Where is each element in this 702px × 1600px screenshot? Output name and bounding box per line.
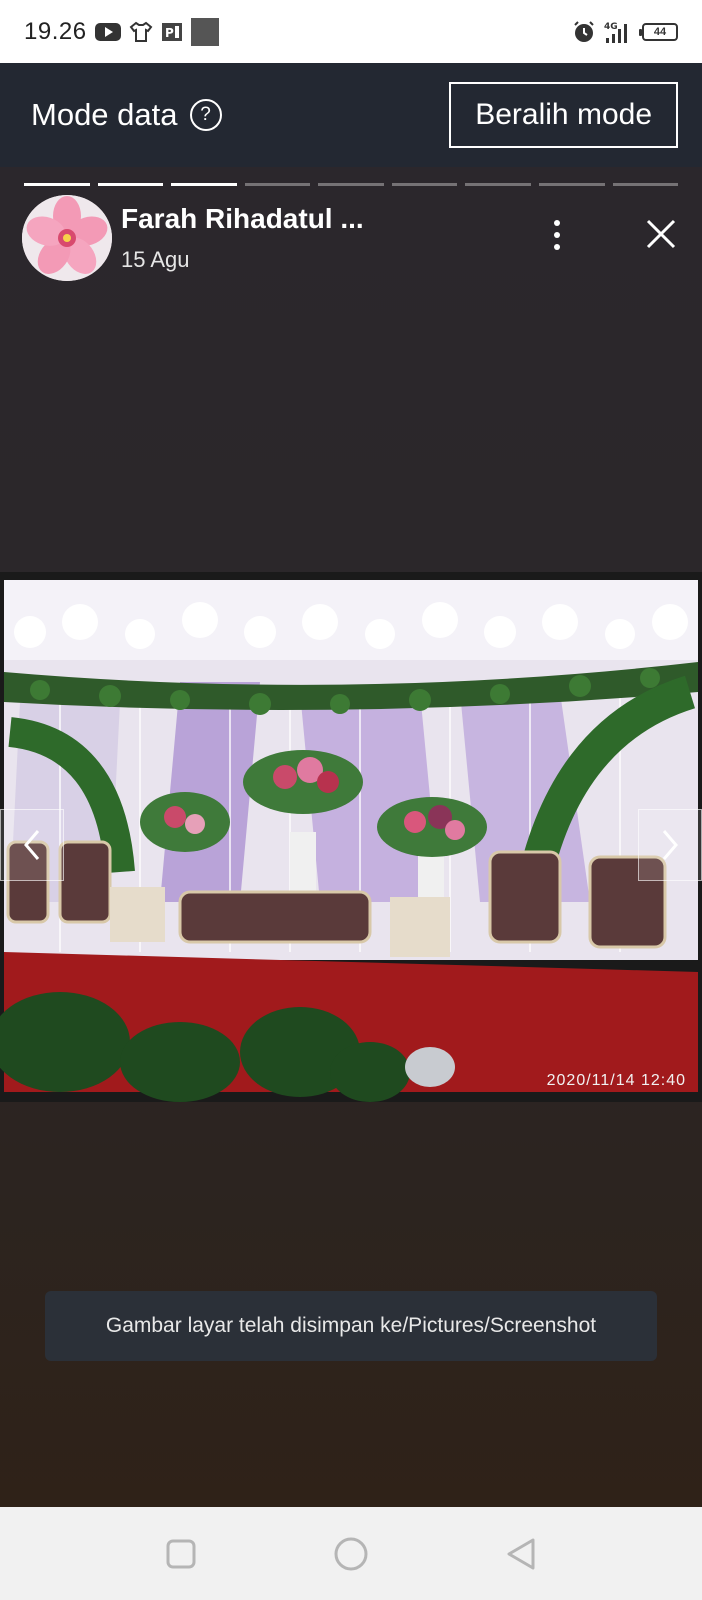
- chevron-left-icon: [24, 830, 40, 860]
- help-icon[interactable]: ?: [189, 99, 222, 131]
- chevron-right-icon: [662, 830, 678, 860]
- progress-segment: [538, 183, 605, 186]
- pdf-icon: P: [161, 21, 183, 43]
- switch-mode-button[interactable]: Beralih mode: [449, 82, 678, 148]
- progress-segment: [612, 183, 679, 186]
- progress-segment: [97, 183, 164, 186]
- battery-icon: 44: [639, 22, 678, 41]
- status-bar: 19.26 P 4G 44: [0, 0, 702, 63]
- progress-segment: [244, 183, 311, 186]
- back-icon: [507, 1538, 535, 1569]
- decoration-photo: [0, 572, 702, 1102]
- status-right: 4G 44: [572, 20, 678, 44]
- network-label: 4G: [604, 22, 618, 32]
- mode-header: Mode data ? Beralih mode: [0, 63, 702, 167]
- status-time: 19.26: [24, 17, 87, 45]
- system-navbar: [0, 1507, 702, 1600]
- progress-segment: [318, 183, 384, 186]
- screenshot-toast: Gambar layar telah disimpan ke/Pictures/…: [45, 1291, 657, 1361]
- story-viewer: Farah Rihadatul ... 15 Agu 2020/11/14 12…: [0, 167, 702, 1507]
- previous-button[interactable]: [0, 809, 64, 881]
- shirt-icon: [129, 21, 153, 43]
- home-button[interactable]: [333, 1536, 369, 1572]
- home-icon: [334, 1537, 368, 1570]
- progress-segment: [391, 183, 458, 186]
- close-icon[interactable]: [644, 217, 678, 251]
- flower-avatar-image: [22, 195, 112, 281]
- notification-square-icon: [190, 17, 219, 46]
- author-name[interactable]: Farah Rihadatul ...: [121, 203, 364, 235]
- signal-4g-icon: 4G: [604, 20, 634, 44]
- author-row[interactable]: Farah Rihadatul ... 15 Agu: [22, 195, 682, 281]
- story-photo: 2020/11/14 12:40: [0, 572, 702, 1102]
- next-button[interactable]: [638, 809, 702, 881]
- svg-text:P: P: [165, 26, 174, 40]
- author-info: Farah Rihadatul ... 15 Agu: [121, 203, 364, 273]
- progress-segment: [171, 183, 237, 186]
- youtube-icon: [94, 22, 121, 41]
- mode-left: Mode data ?: [31, 97, 222, 133]
- recents-icon: [166, 1539, 196, 1568]
- back-button[interactable]: [503, 1536, 539, 1572]
- avatar[interactable]: [22, 195, 112, 281]
- mode-title: Mode data: [31, 97, 178, 132]
- recents-button[interactable]: [163, 1536, 199, 1572]
- alarm-icon: [572, 20, 596, 44]
- story-progress: [24, 183, 679, 186]
- status-left: 19.26 P: [24, 17, 219, 46]
- progress-segment: [465, 183, 531, 186]
- more-options-icon[interactable]: [552, 217, 562, 253]
- story-date: 15 Agu: [121, 247, 190, 272]
- progress-segment: [24, 183, 90, 186]
- photo-timestamp: 2020/11/14 12:40: [546, 1072, 686, 1089]
